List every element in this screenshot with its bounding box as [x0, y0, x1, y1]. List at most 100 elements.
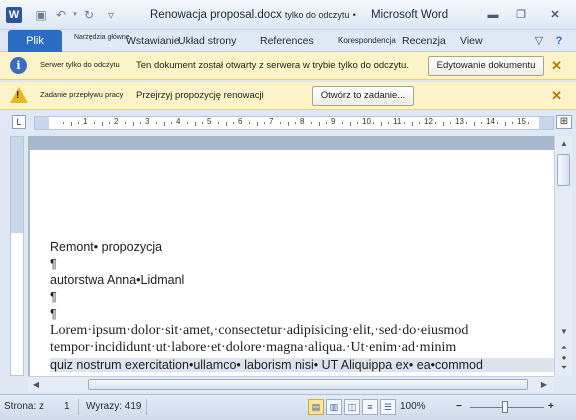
- web-layout-icon[interactable]: ◫: [344, 399, 360, 415]
- ruler-tick: [202, 122, 204, 124]
- open-task-button[interactable]: Otwórz to zadanie...: [312, 86, 414, 106]
- ruler-tick: [496, 122, 498, 124]
- ruler-tick: [78, 122, 80, 124]
- restore-icon[interactable]: ❐: [510, 6, 532, 24]
- tab-mailings[interactable]: Korespondencja: [338, 30, 396, 52]
- tab-home[interactable]: Narzędzia główne: [74, 30, 130, 52]
- ruler-label: 8: [300, 117, 305, 126]
- horizontal-scroll-thumb[interactable]: [88, 379, 528, 390]
- ruler-label: 6: [238, 117, 243, 126]
- scroll-left-icon[interactable]: ◀: [30, 379, 42, 391]
- ruler-tick: [504, 122, 506, 126]
- workflow-task-bar: ! Zadanie przepływu pracy Przejrzyj prop…: [0, 82, 576, 110]
- ruler-tick: [372, 122, 374, 124]
- server-bar-message: Ten dokument został otwarty z serwera w …: [136, 60, 409, 71]
- minimize-icon[interactable]: ▬: [482, 6, 504, 24]
- tab-review[interactable]: Recenzja: [402, 30, 446, 52]
- ruler-tick: [349, 122, 351, 126]
- undo-icon[interactable]: ↶: [54, 8, 68, 22]
- workflow-bar-message: Przejrzyj propozycję renowacji: [136, 90, 264, 101]
- ruler-tick: [132, 122, 134, 126]
- full-screen-reading-icon[interactable]: ▥: [326, 399, 342, 415]
- redo-icon[interactable]: ↻: [82, 8, 96, 22]
- ruler-tick: [279, 122, 281, 124]
- vertical-scrollbar[interactable]: ▲ ▼ ⏶ ● ⏷: [554, 136, 572, 376]
- ruler-tick: [473, 122, 475, 126]
- tab-stop-selector[interactable]: L: [12, 115, 26, 129]
- ruler-tick: [442, 122, 444, 126]
- tab-references[interactable]: References: [260, 30, 314, 52]
- scroll-up-icon[interactable]: ▲: [558, 138, 570, 150]
- ribbon-tabs: Plik Narzędzia główne Wstawianie Układ s…: [0, 30, 576, 52]
- ruler-label: 12: [424, 117, 433, 126]
- paragraph-mark: ¶: [50, 307, 57, 321]
- document-area[interactable]: Remont• propozycja ¶ autorstwa Anna•Lidm…: [28, 136, 554, 376]
- page-number[interactable]: 1: [64, 401, 70, 412]
- ruler-label: 15: [517, 117, 526, 126]
- ruler-tick: [403, 122, 405, 124]
- ruler-tick: [225, 122, 227, 126]
- ruler-tick: [171, 122, 173, 124]
- page-indicator[interactable]: Strona: z: [4, 401, 44, 412]
- ruler-tick: [419, 122, 421, 124]
- vertical-ruler[interactable]: [10, 136, 24, 376]
- ruler-tick: [163, 122, 165, 126]
- ruler-tick: [248, 122, 250, 124]
- ruler-tick: [124, 122, 126, 124]
- minimize-ribbon-icon[interactable]: ▽: [532, 34, 546, 48]
- draft-view-icon[interactable]: ☰: [380, 399, 396, 415]
- paragraph-mark: ¶: [50, 257, 57, 271]
- tab-file[interactable]: Plik: [8, 30, 62, 52]
- close-window-icon[interactable]: ✕: [544, 6, 566, 24]
- print-layout-icon[interactable]: ▤: [308, 399, 324, 415]
- word-count[interactable]: Wyrazy: 419: [86, 401, 141, 412]
- scroll-right-icon[interactable]: ▶: [538, 379, 550, 391]
- ruler-tick: [310, 122, 312, 124]
- ruler-tick: [217, 122, 219, 124]
- ruler-tick: [264, 122, 266, 124]
- zoom-level[interactable]: 100%: [400, 401, 426, 412]
- tab-view[interactable]: View: [460, 30, 483, 52]
- tab-insert[interactable]: Wstawianie: [126, 30, 180, 52]
- customize-quick-access-icon[interactable]: ▿: [104, 8, 118, 22]
- ruler-tick: [101, 122, 103, 126]
- ruler-tick: [256, 122, 258, 126]
- body-text-line: tempor·incididunt·ut·labore·et·dolore·ma…: [50, 340, 457, 355]
- help-icon[interactable]: ?: [552, 34, 566, 48]
- body-text-line: Lorem·ipsum·dolor·sit·amet,·consectetur·…: [50, 323, 469, 338]
- scroll-down-icon[interactable]: ▼: [558, 326, 570, 338]
- tab-page-layout[interactable]: Układ strony: [178, 30, 236, 52]
- zoom-slider-handle[interactable]: [502, 401, 508, 413]
- ruler-tick: [357, 122, 359, 124]
- ruler-tick: [155, 122, 157, 124]
- horizontal-ruler[interactable]: 1 2 3 4 5 6 7 8 9 10 11 12 13 14 15: [34, 116, 554, 130]
- warning-icon: !: [10, 87, 28, 103]
- outline-view-icon[interactable]: ≡: [362, 399, 378, 415]
- ruler-tick: [326, 122, 328, 124]
- word-app-icon[interactable]: W: [6, 7, 22, 23]
- ruler-tick: [140, 122, 142, 124]
- view-ruler-icon[interactable]: ⊞: [556, 115, 572, 129]
- undo-dropdown-icon[interactable]: ▾: [68, 8, 82, 22]
- edit-document-button[interactable]: Edytowanie dokumentu: [428, 56, 544, 76]
- ruler-label: 2: [114, 117, 119, 126]
- ruler-tick: [194, 122, 196, 126]
- ruler-tick: [465, 122, 467, 124]
- ruler-tick: [233, 122, 235, 124]
- doc-author-line: autorstwa Anna•Lidmanl: [50, 273, 185, 287]
- zoom-in-icon[interactable]: +: [548, 401, 554, 412]
- close-workflow-bar-icon[interactable]: ✕: [551, 88, 562, 104]
- ruler-label: 10: [362, 117, 371, 126]
- vertical-scroll-thumb[interactable]: [557, 154, 570, 186]
- body-text-line: quiz nostrum exercitation•ullamco• labor…: [50, 358, 554, 372]
- server-bar-title: Serwer tylko do odczytu: [40, 60, 120, 69]
- ruler-tick: [527, 122, 529, 124]
- horizontal-scrollbar[interactable]: ◀ ▶: [28, 376, 554, 392]
- ruler-label: 1: [83, 117, 88, 126]
- next-page-icon[interactable]: ⏷: [558, 362, 570, 374]
- document-page[interactable]: Remont• propozycja ¶ autorstwa Anna•Lidm…: [30, 150, 554, 376]
- close-server-bar-icon[interactable]: ✕: [551, 58, 562, 74]
- paragraph-mark: ¶: [50, 290, 57, 304]
- zoom-out-icon[interactable]: −: [456, 401, 462, 412]
- save-icon[interactable]: ▣: [34, 8, 48, 22]
